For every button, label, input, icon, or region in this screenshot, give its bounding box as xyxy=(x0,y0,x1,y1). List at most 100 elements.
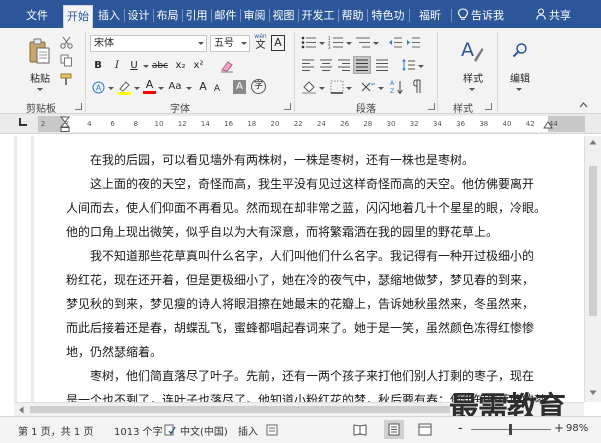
vertical-scroll-thumb[interactable] xyxy=(589,166,597,316)
align-right-icon[interactable] xyxy=(337,59,351,71)
character-border-button[interactable]: A xyxy=(271,35,285,51)
document-page[interactable]: 在我的后园，可以看见墙外有两株树，一株是枣树，还有一株也是枣树。 这上面的夜的天空… xyxy=(36,136,584,402)
asian-layout-dropdown-arrow[interactable] xyxy=(378,87,384,90)
copy-icon[interactable] xyxy=(60,54,73,67)
show-hide-marks-icon[interactable] xyxy=(412,79,422,94)
zoom-in-button[interactable]: + xyxy=(554,421,564,435)
scroll-down-icon[interactable] xyxy=(589,390,597,396)
collapse-ribbon-icon[interactable] xyxy=(579,102,588,108)
page-count[interactable]: 第 1 页，共 1 页 xyxy=(18,423,93,438)
tab-mailings[interactable]: 邮件 xyxy=(211,5,240,28)
paste-icon[interactable] xyxy=(29,38,51,64)
tab-developer[interactable]: 开发工具 xyxy=(298,5,338,43)
text-effects-dropdown-arrow[interactable] xyxy=(108,87,114,90)
search-icon[interactable] xyxy=(512,42,528,58)
zoom-out-button[interactable]: - xyxy=(458,421,463,436)
multilevel-list-icon[interactable] xyxy=(355,36,371,49)
ruler-scale[interactable]: 2246810121416182022242628303234363840424… xyxy=(38,116,585,132)
line-spacing-icon[interactable] xyxy=(402,58,416,72)
asian-layout-icon[interactable] xyxy=(360,80,376,94)
document-paragraph[interactable]: 在我的后园，可以看见墙外有两株树，一株是枣树，还有一株也是枣树。 xyxy=(66,148,550,172)
paragraph-dialog-launcher[interactable] xyxy=(428,103,435,110)
tab-file[interactable]: 文件 xyxy=(22,5,52,28)
language-indicator[interactable]: 中文(中国) xyxy=(180,423,228,438)
tab-special-features[interactable]: 特色功能 xyxy=(367,5,409,28)
change-case-button[interactable]: Aa xyxy=(166,80,184,94)
font-name-dropdown[interactable]: 宋体 xyxy=(90,35,207,52)
format-painter-icon[interactable] xyxy=(60,73,73,86)
italic-button[interactable]: I xyxy=(111,59,123,73)
tab-help[interactable]: 帮助 xyxy=(338,5,367,28)
proofing-icon[interactable] xyxy=(164,424,176,436)
tab-foxit-pdf[interactable]: 福昕PDF xyxy=(409,5,451,28)
styles-dialog-launcher[interactable] xyxy=(485,103,492,110)
editing-dropdown-arrow[interactable] xyxy=(516,88,522,91)
numbering-icon[interactable]: 123 xyxy=(328,36,344,49)
tab-review[interactable]: 审阅 xyxy=(240,5,269,28)
font-dialog-launcher[interactable] xyxy=(284,103,291,110)
align-center-icon[interactable] xyxy=(319,59,333,71)
print-layout-button[interactable] xyxy=(384,420,404,439)
underline-dropdown-arrow[interactable] xyxy=(143,65,149,68)
sort-icon[interactable]: AZ xyxy=(390,79,404,95)
zoom-slider-thumb[interactable] xyxy=(509,424,512,435)
paste-button[interactable]: 粘贴 xyxy=(30,70,50,85)
tab-design[interactable]: 设计 xyxy=(124,5,153,28)
numbering-dropdown-arrow[interactable] xyxy=(346,42,352,45)
styles-icon[interactable]: A xyxy=(460,38,484,64)
styles-button[interactable]: 样式 xyxy=(463,70,483,85)
change-case-dropdown-arrow[interactable] xyxy=(186,87,192,90)
strikethrough-button[interactable]: abc xyxy=(150,59,170,73)
highlight-pen-icon[interactable] xyxy=(117,80,132,95)
styles-dropdown-arrow[interactable] xyxy=(469,88,475,91)
multilevel-dropdown-arrow[interactable] xyxy=(373,42,379,45)
align-left-icon[interactable] xyxy=(301,59,315,71)
web-layout-icon[interactable] xyxy=(418,423,432,436)
font-color-button[interactable]: A xyxy=(143,79,156,95)
tell-me-search[interactable]: 告诉我 xyxy=(471,5,511,28)
font-color-dropdown-arrow[interactable] xyxy=(158,87,164,90)
text-effects-icon[interactable]: A xyxy=(92,81,105,94)
grow-font-button[interactable]: A xyxy=(198,80,208,94)
zoom-level[interactable]: 98% xyxy=(566,423,588,434)
tab-layout[interactable]: 布局 xyxy=(153,5,182,28)
read-mode-icon[interactable] xyxy=(353,423,367,436)
borders-dropdown-arrow[interactable] xyxy=(346,87,352,90)
distributed-icon[interactable] xyxy=(375,59,389,71)
clear-formatting-icon[interactable] xyxy=(220,59,234,73)
line-spacing-dropdown-arrow[interactable] xyxy=(418,65,424,68)
tab-view[interactable]: 视图 xyxy=(269,5,298,28)
word-count[interactable]: 1013 个字 xyxy=(114,423,163,438)
font-size-dropdown[interactable]: 五号 xyxy=(210,35,250,52)
underline-button[interactable]: U xyxy=(128,59,140,73)
phonetic-guide-button[interactable]: wén 文 xyxy=(253,33,268,53)
macro-record-icon[interactable] xyxy=(266,424,278,436)
shading-icon[interactable] xyxy=(301,80,317,94)
subscript-button[interactable]: x₂ xyxy=(173,59,188,73)
bullets-dropdown-arrow[interactable] xyxy=(319,42,325,45)
shading-dropdown-arrow[interactable] xyxy=(319,87,325,90)
vertical-scrollbar[interactable] xyxy=(584,136,601,402)
document-paragraph[interactable]: 这上面的夜的天空，奇怪而高，我生平没有见过这样奇怪而高的天空。他仿佛要离开 人间而… xyxy=(66,172,550,244)
character-shading-button[interactable]: A xyxy=(233,80,246,94)
tab-selector-icon[interactable] xyxy=(19,118,27,126)
right-indent-marker[interactable] xyxy=(543,121,553,129)
cut-icon[interactable] xyxy=(60,36,73,49)
scroll-up-icon[interactable] xyxy=(589,139,597,145)
share-button[interactable]: 共享 xyxy=(549,5,579,28)
tab-insert[interactable]: 插入 xyxy=(94,5,124,28)
shrink-font-button[interactable]: A xyxy=(212,82,222,96)
document-paragraph[interactable]: 我不知道那些花草真叫什么名字，人们叫他们什么名字。我记得有一种开过极细小的 粉红花… xyxy=(66,244,550,364)
decrease-indent-icon[interactable] xyxy=(388,36,403,49)
justify-button-active[interactable] xyxy=(353,56,371,74)
horizontal-scroll-thumb[interactable] xyxy=(30,406,450,413)
enclose-characters-button[interactable]: 字 xyxy=(251,79,266,94)
insert-mode-indicator[interactable]: 插入 xyxy=(238,423,258,438)
clipboard-dialog-launcher[interactable] xyxy=(75,103,82,110)
highlight-dropdown-arrow[interactable] xyxy=(134,87,140,90)
increase-indent-icon[interactable] xyxy=(406,36,421,49)
editing-button[interactable]: 编辑 xyxy=(510,70,530,85)
first-line-indent-marker[interactable] xyxy=(60,116,70,133)
scroll-left-icon[interactable] xyxy=(18,406,24,414)
tab-references[interactable]: 引用 xyxy=(182,5,211,28)
